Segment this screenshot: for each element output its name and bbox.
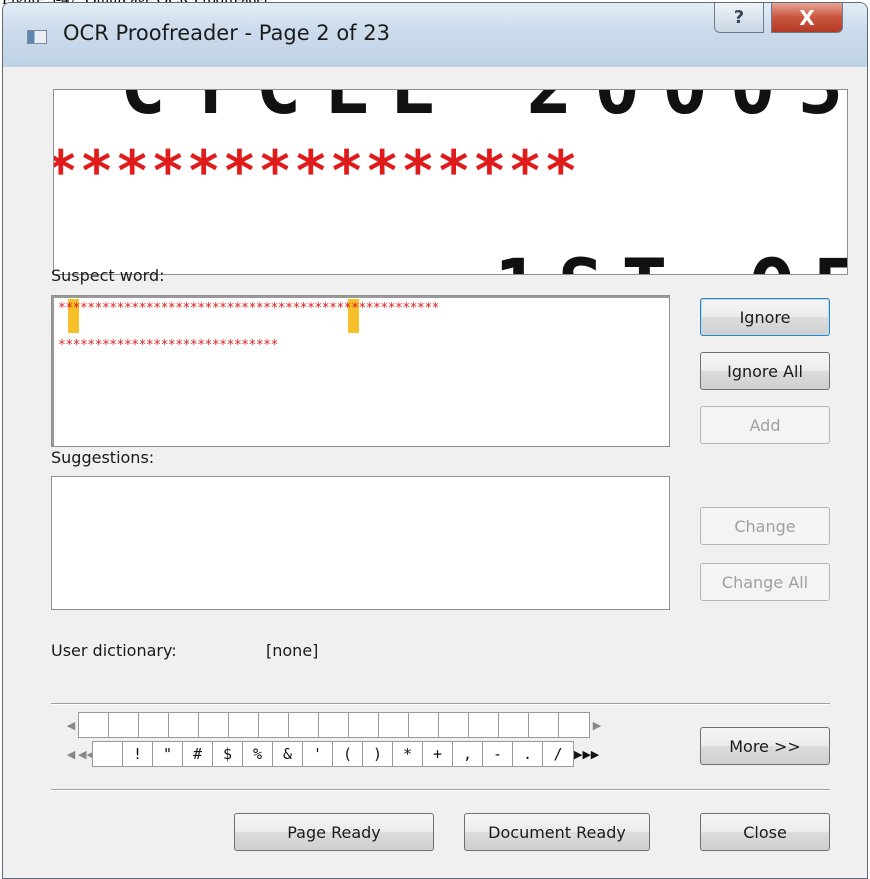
scroll-right-icon[interactable]: ▶ <box>588 748 602 761</box>
char-cell[interactable]: + <box>423 742 453 766</box>
char-cell[interactable] <box>139 713 169 737</box>
ignore-button[interactable]: Ignore <box>700 298 830 336</box>
scroll-last-icon[interactable]: ▶▶ <box>574 748 591 761</box>
change-all-button[interactable]: Change All <box>700 563 830 601</box>
char-cell[interactable] <box>199 713 229 737</box>
char-cell[interactable]: . <box>513 742 543 766</box>
char-cell[interactable]: * <box>393 742 423 766</box>
char-cell[interactable]: ) <box>363 742 393 766</box>
char-cell[interactable] <box>319 713 349 737</box>
char-cell[interactable] <box>529 713 559 737</box>
window-title: OCR Proofreader - Page 2 of 23 <box>63 21 390 45</box>
app-icon <box>27 30 47 44</box>
user-dictionary-label: User dictionary: <box>51 641 177 660</box>
char-cell[interactable] <box>409 713 439 737</box>
close-button[interactable]: Close <box>700 813 830 851</box>
char-palette-row-1[interactable]: ◀ ▶ <box>64 712 604 738</box>
add-button[interactable]: Add <box>700 406 830 444</box>
char-cell[interactable]: ! <box>123 742 153 766</box>
char-cell[interactable] <box>499 713 529 737</box>
char-cell[interactable] <box>259 713 289 737</box>
char-cell[interactable] <box>109 713 139 737</box>
page-ready-button[interactable]: Page Ready <box>234 813 434 851</box>
user-dictionary-value: [none] <box>266 641 319 660</box>
char-cell[interactable] <box>93 742 123 766</box>
suspect-text-line-1: ****************************************… <box>58 301 440 316</box>
scroll-first-icon[interactable]: ◀◀ <box>78 748 95 761</box>
suspect-word-box[interactable]: ****************************************… <box>51 295 670 447</box>
char-cells-row-2: ! " # $% & '() * +, -. / <box>92 741 574 767</box>
separator-bottom <box>51 789 830 791</box>
ocr-proofreader-dialog: OCR Proofreader - Page 2 of 23 ? X CYCLE… <box>2 2 868 879</box>
char-cell[interactable] <box>229 713 259 737</box>
char-cell[interactable]: " <box>153 742 183 766</box>
title-bar[interactable]: OCR Proofreader - Page 2 of 23 ? X <box>3 3 867 67</box>
ignore-all-button[interactable]: Ignore All <box>700 352 830 390</box>
char-cell[interactable] <box>79 713 109 737</box>
scroll-right-icon[interactable]: ▶ <box>590 719 604 732</box>
char-cell[interactable]: & <box>273 742 303 766</box>
window-close-button[interactable]: X <box>771 3 843 33</box>
more-button[interactable]: More >> <box>700 727 830 765</box>
char-cell[interactable] <box>559 713 589 737</box>
char-cell[interactable]: # <box>183 742 213 766</box>
char-cell[interactable] <box>169 713 199 737</box>
char-cell[interactable]: - <box>483 742 513 766</box>
suggestions-list[interactable] <box>51 476 670 610</box>
close-icon: X <box>799 5 815 30</box>
document-ready-button[interactable]: Document Ready <box>464 813 650 851</box>
preview-text-row-1: CYCLE 200052 <box>120 90 847 131</box>
char-cells-row-1 <box>78 712 590 738</box>
char-cell[interactable]: ' <box>303 742 333 766</box>
preview-text-row-3: 1ST OF <box>494 242 847 274</box>
char-cell[interactable]: / <box>543 742 573 766</box>
char-cell[interactable] <box>349 713 379 737</box>
char-cell[interactable] <box>469 713 499 737</box>
dialog-content: CYCLE 200052 ∗∗∗∗∗∗∗∗∗∗∗∗∗∗∗ 1ST OF Susp… <box>12 67 858 878</box>
char-cell[interactable] <box>439 713 469 737</box>
preview-text-row-2: ∗∗∗∗∗∗∗∗∗∗∗∗∗∗∗ <box>53 128 580 193</box>
suspect-word-label: Suspect word: <box>51 266 165 285</box>
scroll-left-icon[interactable]: ◀ <box>64 719 78 732</box>
char-cell[interactable]: $ <box>213 742 243 766</box>
change-button[interactable]: Change <box>700 507 830 545</box>
char-cell[interactable] <box>379 713 409 737</box>
ocr-image-preview: CYCLE 200052 ∗∗∗∗∗∗∗∗∗∗∗∗∗∗∗ 1ST OF <box>53 89 848 275</box>
help-icon: ? <box>733 7 745 28</box>
suggestions-label: Suggestions: <box>51 448 155 467</box>
separator-top <box>51 703 830 705</box>
suspect-text-line-2: ****************************** <box>58 338 278 353</box>
char-palette-row-2[interactable]: ◀ ◀◀ ! " # $% & '() * +, -. / ▶▶ ▶ <box>64 741 602 767</box>
char-cell[interactable]: ( <box>333 742 363 766</box>
char-cell[interactable]: % <box>243 742 273 766</box>
char-cell[interactable]: , <box>453 742 483 766</box>
char-cell[interactable] <box>289 713 319 737</box>
help-button[interactable]: ? <box>714 3 764 33</box>
scroll-left-icon[interactable]: ◀ <box>64 748 78 761</box>
